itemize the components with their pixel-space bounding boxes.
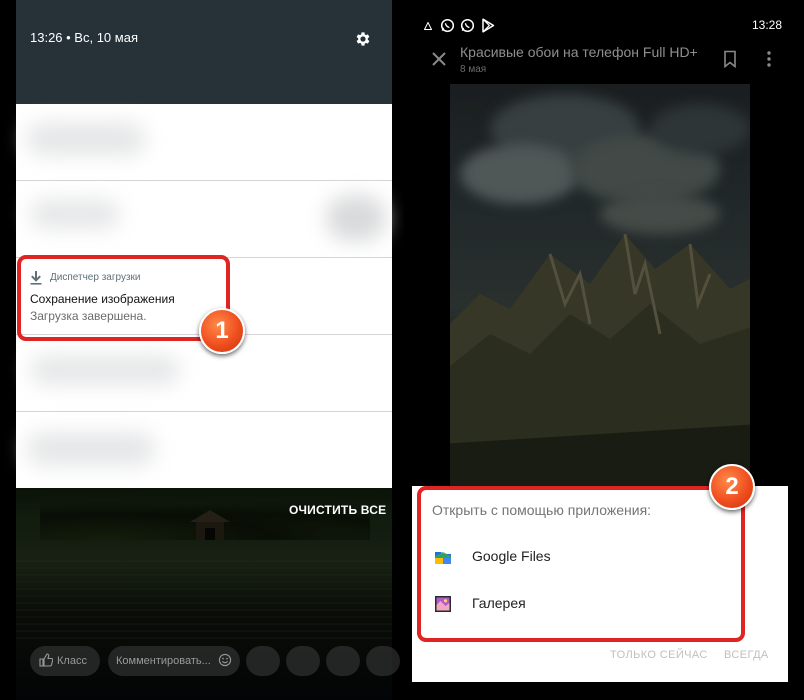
more-vert-icon[interactable]: [766, 50, 772, 68]
post-date: 8 мая: [460, 64, 487, 75]
like-button[interactable]: Класс: [30, 646, 100, 676]
status-bar: 13:28: [404, 0, 804, 40]
post-action-bar: Класс Комментировать...: [16, 646, 400, 678]
blurred-notification[interactable]: [16, 335, 392, 412]
callout-badge-1: 1: [199, 308, 245, 354]
thumbs-up-icon: [39, 653, 53, 667]
comment-placeholder: Комментировать...: [116, 655, 211, 667]
blurred-notification[interactable]: [16, 181, 392, 258]
play-store-icon: [482, 18, 495, 33]
bookmark-icon[interactable]: [722, 50, 738, 68]
callout-highlight-1: [17, 255, 230, 341]
gear-icon[interactable]: [354, 30, 372, 48]
share-button[interactable]: [286, 646, 320, 676]
more-button[interactable]: [366, 646, 400, 676]
notification-shade-header: 13:26 • Вс, 10 мая: [16, 0, 392, 104]
clear-all-button[interactable]: ОЧИСТИТЬ ВСЕ: [289, 503, 386, 517]
close-icon[interactable]: [430, 50, 448, 68]
blurred-notification[interactable]: [16, 412, 392, 488]
status-time: 13:28: [752, 18, 783, 32]
comment-button[interactable]: Комментировать...: [108, 646, 240, 676]
always-button[interactable]: ВСЕГДА: [724, 649, 769, 661]
callout-badge-2: 2: [709, 464, 755, 510]
post-title: Красивые обои на телефон Full HD+: [460, 44, 698, 60]
like-label: Класс: [57, 655, 87, 667]
photo-viewer-header: Красивые обои на телефон Full HD+ 8 мая: [414, 36, 794, 84]
whatsapp-icon: [440, 18, 455, 33]
status-time-date: 13:26 • Вс, 10 мая: [30, 30, 138, 45]
reaction-button[interactable]: [326, 646, 360, 676]
callout-highlight-2: [417, 486, 745, 642]
whatsapp-icon: [460, 18, 475, 33]
reaction-button[interactable]: [246, 646, 280, 676]
smiley-icon: [218, 653, 232, 667]
right-phone-screen: 13:28 Красивые обои на телефон Full HD+ …: [404, 0, 804, 700]
left-phone-screen: 13:26 • Вс, 10 мая Диспетчер загрузки Со…: [0, 0, 404, 700]
just-once-button[interactable]: ТОЛЬКО СЕЙЧАС: [610, 649, 708, 661]
blurred-notification[interactable]: [16, 104, 392, 181]
mountain-photo[interactable]: [450, 84, 750, 486]
warning-icon: [424, 22, 432, 30]
